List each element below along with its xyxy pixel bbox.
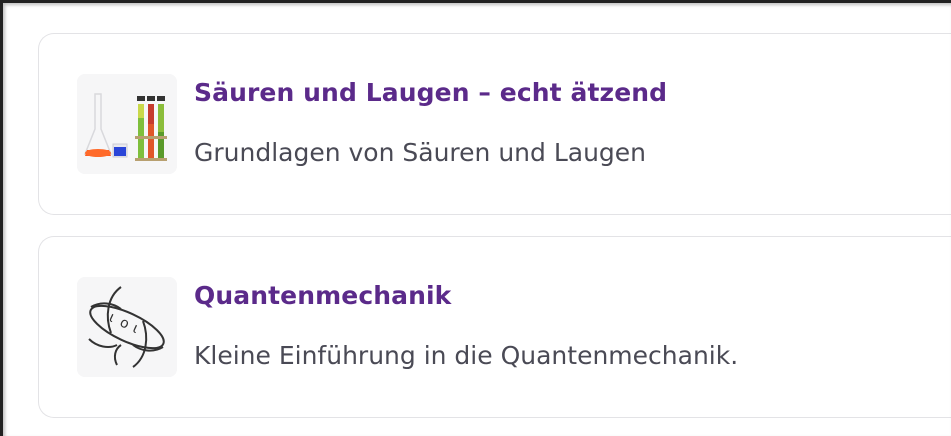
course-subtitle: Kleine Einführung in die Quantenmechanik… xyxy=(194,341,739,370)
course-card-quantum-mechanics[interactable]: ι o ι Quantenmechanik Kleine Einführung … xyxy=(38,236,951,418)
course-title[interactable]: Säuren und Laugen – echt ätzend xyxy=(194,78,667,107)
course-title[interactable]: Quantenmechanik xyxy=(194,281,451,310)
course-card-acids-bases[interactable]: Säuren und Laugen – echt ätzend Grundlag… xyxy=(38,33,951,215)
lab-glassware-icon xyxy=(77,74,177,174)
atom-icon: ι o ι xyxy=(77,277,177,377)
course-subtitle: Grundlagen von Säuren und Laugen xyxy=(194,138,647,167)
